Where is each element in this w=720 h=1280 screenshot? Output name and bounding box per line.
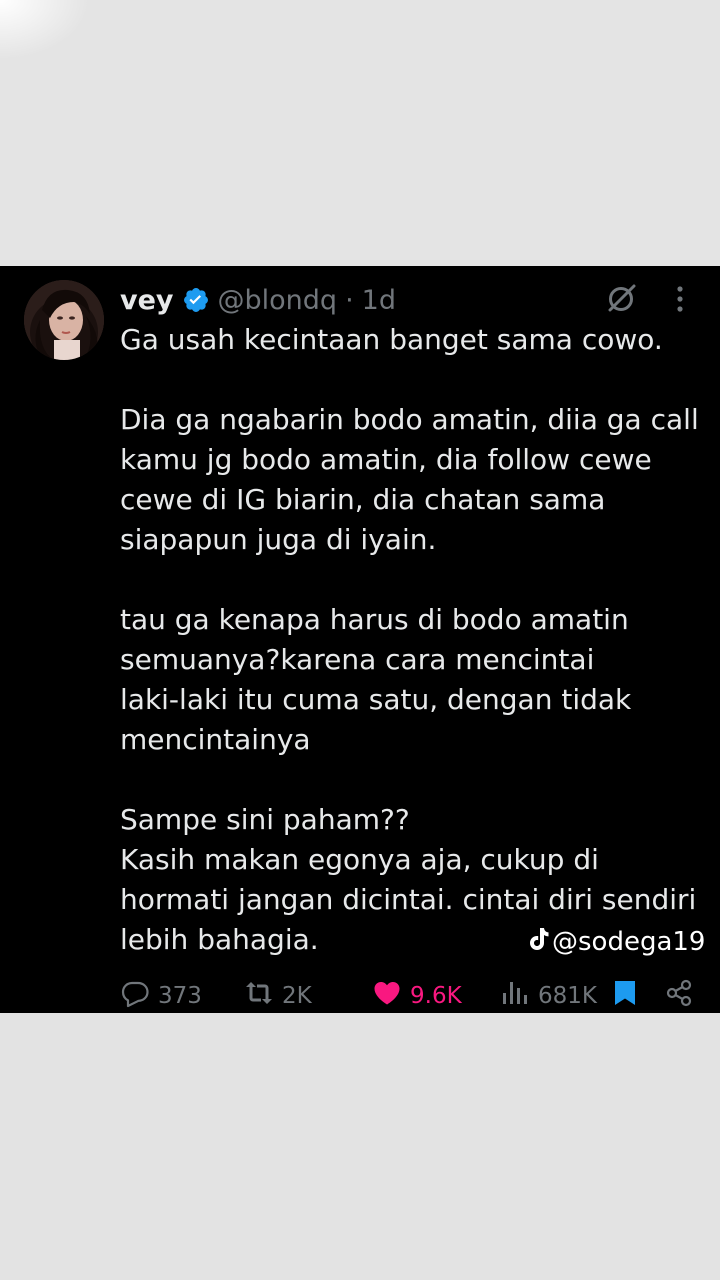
text-line: Dia ga ngabarin bodo amatin, diia ga cal… — [120, 403, 699, 436]
reply-button[interactable]: 373 — [120, 974, 202, 1018]
share-icon — [664, 978, 694, 1014]
like-count: 9.6K — [410, 983, 462, 1009]
bookmark-icon — [610, 978, 640, 1014]
bookmark-button[interactable] — [610, 974, 640, 1018]
repost-icon — [244, 978, 274, 1014]
reply-icon — [120, 978, 150, 1014]
tweet-card[interactable]: vey @blondq · 1d Ga usah kecintaan bange… — [0, 266, 720, 1013]
text-line: siapapun juga di iyain. — [120, 523, 437, 556]
tweet-time[interactable]: 1d — [362, 285, 396, 316]
heart-icon — [372, 978, 402, 1014]
text-line: Kasih makan egonya aja, cukup di — [120, 843, 599, 876]
repost-button[interactable]: 2K — [244, 974, 312, 1018]
like-button[interactable]: 9.6K — [372, 974, 462, 1018]
repost-count: 2K — [282, 983, 312, 1009]
text-line: semuanya?karena cara mencintai — [120, 643, 595, 676]
light-glare — [0, 0, 90, 60]
text-line: Ga usah kecintaan banget sama cowo. — [120, 323, 663, 356]
tiktok-icon — [526, 926, 550, 959]
share-button[interactable] — [664, 974, 694, 1018]
tweet-header: vey @blondq · 1d — [120, 282, 396, 318]
views-count: 681K — [538, 983, 597, 1009]
text-line: hormati jangan dicintai. cintai diri sen… — [120, 883, 697, 916]
bottom-background — [0, 1013, 720, 1280]
user-handle[interactable]: @blondq — [218, 285, 338, 316]
avatar[interactable] — [24, 280, 104, 360]
text-line: tau ga kenapa harus di bodo amatin — [120, 603, 629, 636]
grok-icon[interactable] — [604, 282, 638, 316]
reply-count: 373 — [158, 983, 202, 1009]
text-line: kamu jg bodo amatin, dia follow cewe — [120, 443, 652, 476]
tiktok-watermark: @sodega19 — [526, 922, 705, 962]
separator-dot: · — [345, 284, 354, 316]
text-line: cewe di IG biarin, dia chatan sama — [120, 483, 606, 516]
display-name[interactable]: vey — [120, 285, 174, 316]
more-vertical-icon[interactable] — [668, 284, 692, 314]
text-line: mencintainya — [120, 723, 311, 756]
tweet-text: Ga usah kecintaan banget sama cowo. Dia … — [120, 320, 710, 960]
views-button[interactable]: 681K — [500, 974, 597, 1018]
top-background — [0, 0, 720, 266]
text-line: laki-laki itu cuma satu, dengan tidak — [120, 683, 632, 716]
avatar-photo — [24, 280, 104, 360]
views-icon — [500, 978, 530, 1014]
watermark-text: @sodega19 — [552, 927, 706, 957]
text-line: Sampe sini paham?? — [120, 803, 410, 836]
action-bar: 373 2K 9.6K 681K — [0, 974, 720, 1018]
verified-badge-icon — [182, 286, 210, 314]
